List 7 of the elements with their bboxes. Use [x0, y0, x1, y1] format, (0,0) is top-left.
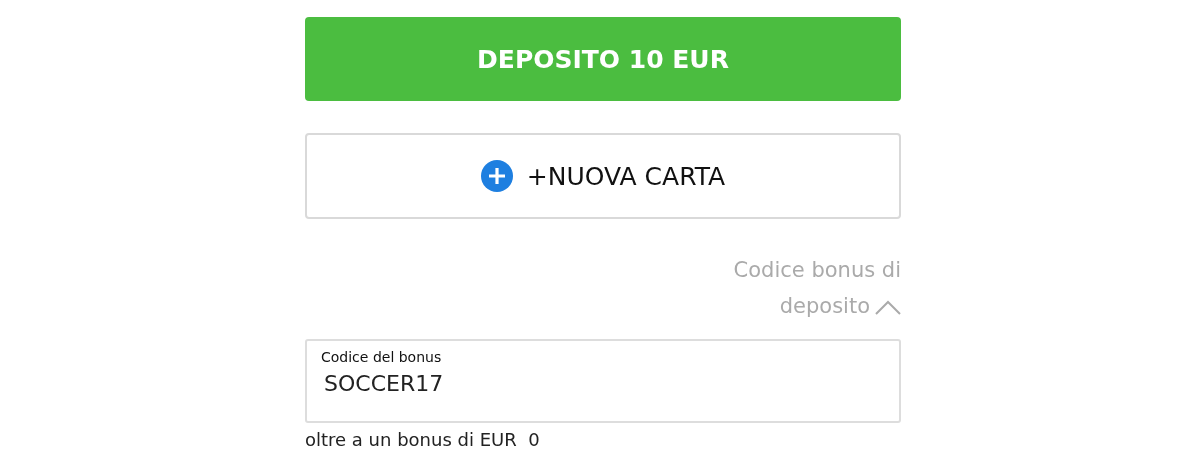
caret-icon	[875, 299, 901, 315]
plus-icon	[480, 160, 513, 192]
bonus-note: oltre a un bonus di EUR 0	[305, 429, 541, 450]
field-label: Codice del bonus	[321, 349, 443, 365]
bonus-code-field[interactable]: Codice del bonus SOCCER17	[305, 339, 901, 423]
bonus-code-input[interactable]: SOCCER17	[321, 365, 888, 396]
new-card-button[interactable]: +NUOVA CARTA	[305, 133, 901, 219]
